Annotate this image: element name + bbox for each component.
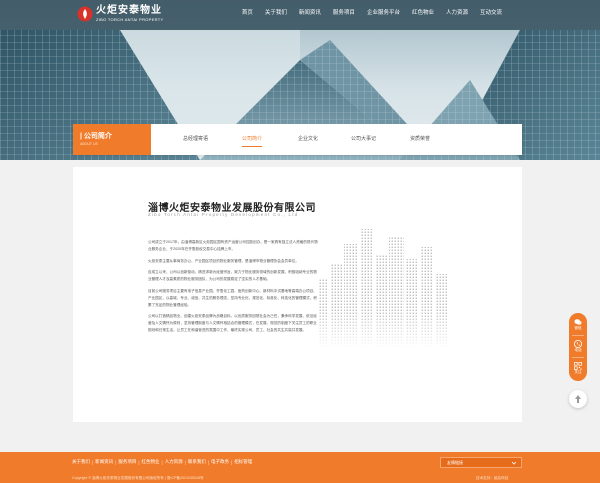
float-phone-label: 电话: [574, 348, 582, 352]
phone-icon: [574, 340, 582, 348]
tab-milestones[interactable]: 公司大事记: [351, 135, 376, 142]
content-panel: 淄博火炬安泰物业发展股份有限公司 Zibo Torch Antai Proper…: [73, 167, 522, 422]
section-title: | 公司简介: [80, 133, 112, 140]
site-header: 火炬安泰物业 ZIBO TORCH ANTAI PROPERTY 首页 关于我们…: [0, 0, 600, 27]
paragraph: 自成立以来，公司以创新驱动、精进求新为经营宗旨，致力于物业服务领域的创新发展，积…: [148, 270, 317, 281]
float-follow[interactable]: 关注: [569, 359, 587, 379]
paragraph: 公司成立于2017年，由淄博高新区火炬园区国有资产运营公司控股创办。是一家具有独…: [148, 240, 318, 251]
main-nav: 首页 关于我们 新闻资讯 服务项目 企业服务平台 红色物业 人力资源 互动交流: [236, 8, 508, 18]
tab-culture[interactable]: 企业文化: [298, 135, 318, 142]
float-wechat-label: 微信: [574, 326, 582, 330]
logo-text-cn: 火炬安泰物业: [96, 5, 162, 16]
nav-item-enterprise[interactable]: 企业服务平台: [361, 8, 406, 18]
torch-logo-icon: [77, 6, 93, 22]
tech-support-text[interactable]: 技术支持：欧启科技: [476, 476, 508, 481]
company-title-en: Zibo Torch Antai Property Development Co…: [148, 212, 299, 217]
copyright-text: Copyright © 淄博火炬安泰物业发展股份有限公司版权所有 | 鲁ICP备…: [72, 476, 204, 480]
active-tab-underline: [242, 146, 262, 147]
footer-link-about[interactable]: 关于我们: [72, 459, 90, 465]
back-to-top-button[interactable]: [569, 390, 587, 408]
city-skyline-illustration: [316, 219, 451, 349]
nav-item-hr[interactable]: 人力资源: [440, 8, 474, 18]
friendly-links-select[interactable]: 友情链接: [440, 457, 522, 468]
chevron-down-icon: [511, 461, 517, 465]
tab-honors[interactable]: 资质荣誉: [410, 135, 430, 142]
section-title-block: | 公司简介 ABOUT US: [73, 124, 151, 155]
footer-link-tender[interactable]: 招标管理: [234, 459, 252, 465]
company-description: 公司成立于2017年，由淄博高新区火炬园区国有资产运营公司控股创办。是一家具有独…: [148, 239, 320, 339]
nav-item-news[interactable]: 新闻资讯: [293, 8, 327, 18]
friendly-links-value: 友情链接: [447, 460, 463, 465]
footer-link-hr[interactable]: 人力资源: [165, 459, 183, 465]
wechat-icon: [574, 319, 582, 325]
tab-company-profile[interactable]: 公司简介: [242, 135, 262, 142]
nav-item-interaction[interactable]: 互动交流: [474, 8, 508, 18]
nav-item-services[interactable]: 服务项目: [327, 8, 361, 18]
footer-link-services[interactable]: 服务项目: [118, 459, 136, 465]
nav-item-red-property[interactable]: 红色物业: [406, 8, 440, 18]
float-wechat[interactable]: 微信: [569, 315, 587, 335]
footer-link-egov[interactable]: 电子政务: [211, 459, 229, 465]
site-logo[interactable]: 火炬安泰物业 ZIBO TORCH ANTAI PROPERTY: [77, 5, 187, 23]
divider: [572, 335, 584, 336]
footer-link-news[interactable]: 新闻资讯: [95, 459, 113, 465]
arrow-up-icon: [575, 395, 581, 403]
paragraph: 火炬安泰主要从事商务办公、产业园区项目的物业服务管理，是淄博市物业管理协会会员单…: [148, 258, 299, 263]
divider: [572, 357, 584, 358]
floating-contact-bar: 微信 电话 关注: [569, 313, 587, 381]
footer-nav: 关于我们 | 新闻资讯 | 服务项目 | 红色物业 | 人力资源 | 联系我们 | 电子政务…: [72, 459, 252, 465]
footer-link-contact[interactable]: 联系我们: [188, 459, 206, 465]
section-title-en: ABOUT US: [80, 142, 98, 146]
paragraph: 目前公司服务项目主要有电子信息产业园、齐鲁化工园、医药创新中心、新材料中试基地等…: [148, 288, 317, 307]
footer-link-red-property[interactable]: 红色物业: [142, 459, 160, 465]
float-follow-label: 关注: [574, 370, 582, 374]
tab-gm-message[interactable]: 总经理寄语: [183, 135, 208, 142]
nav-item-about[interactable]: 关于我们: [259, 8, 293, 18]
sub-nav-bar: | 公司简介 ABOUT US 总经理寄语 公司简介 企业文化 公司大事记 资质…: [73, 124, 522, 155]
nav-item-home[interactable]: 首页: [236, 8, 259, 18]
site-footer: 关于我们 | 新闻资讯 | 服务项目 | 红色物业 | 人力资源 | 联系我们 | 电子政务…: [0, 452, 600, 483]
float-phone[interactable]: 电话: [569, 337, 587, 357]
qr-icon: [574, 362, 582, 370]
paragraph: 公司以打造精品物业、创建火炬安泰品牌为战略目标，以优质服务回馈社会为己任，秉承科…: [148, 314, 317, 332]
logo-text-en: ZIBO TORCH ANTAI PROPERTY: [96, 17, 164, 22]
